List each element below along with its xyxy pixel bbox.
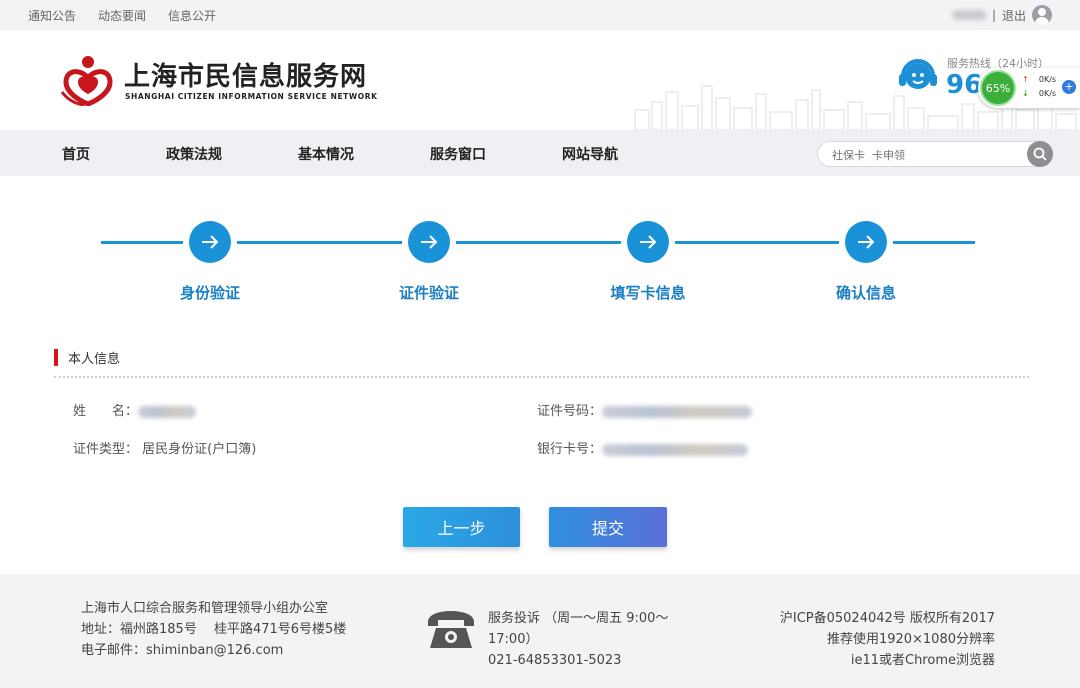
step-4-marker: [845, 221, 887, 263]
bank-card-label: 银行卡号：: [537, 442, 603, 457]
progress-steps: 身份验证 证件验证 填写卡信息 确认信息: [0, 176, 1080, 326]
headset-icon: [899, 59, 937, 89]
id-type-label: 证件类型：: [73, 442, 139, 457]
download-speed: ↓ 0K/s: [1022, 89, 1057, 98]
id-number-value-blurred: [602, 405, 753, 418]
username-blurred: [951, 10, 986, 20]
upload-speed: ↑ 0K/s: [1022, 75, 1057, 84]
dotted-divider: [54, 376, 1029, 378]
name-label: 姓 名：: [73, 404, 139, 419]
footer-org: 上海市人口综合服务和管理领导小组办公室: [81, 601, 329, 616]
search-icon: [1033, 147, 1047, 161]
id-type-field: 证件类型： 居民身份证(户口簿): [73, 438, 256, 457]
user-area: | 退出: [951, 5, 1052, 25]
nav-item-overview[interactable]: 基本情况: [298, 144, 354, 164]
main-nav: 首页 政策法规 基本情况 服务窗口 网站导航: [0, 130, 1080, 176]
footer-complaint: 服务投诉 （周一～周五 9:00～17:00） 021-64853301-502…: [488, 608, 688, 671]
step-connector: [893, 241, 975, 244]
search-button[interactable]: [1027, 141, 1053, 167]
download-arrow-icon: ↓: [1022, 89, 1029, 98]
logout-link[interactable]: 退出: [1002, 7, 1026, 24]
icp-license: 沪ICP备05024042号 版权所有2017: [779, 611, 995, 626]
name-value-blurred: [138, 405, 197, 418]
avatar[interactable]: [1032, 5, 1052, 25]
resolution-note: 推荐使用1920×1080分辨率: [826, 632, 995, 647]
arrow-right-icon: [421, 235, 438, 249]
step-2-label: 证件验证: [398, 284, 459, 302]
submit-button[interactable]: 提交: [549, 507, 667, 547]
complaint-hours: 服务投诉 （周一～周五 9:00～17:00）: [488, 611, 669, 647]
section-title: 本人信息: [68, 351, 121, 367]
id-number-label: 证件号码：: [537, 404, 603, 419]
browser-note: ie11或者Chrome浏览器: [850, 653, 995, 668]
nav-item-site-map[interactable]: 网站导航: [562, 144, 618, 164]
telephone-icon: [428, 611, 474, 648]
bank-card-value-blurred: [602, 443, 749, 456]
nav-item-service-window[interactable]: 服务窗口: [430, 144, 486, 164]
id-type-value: 居民身份证(户口簿): [142, 442, 257, 457]
footer-contact: 上海市人口综合服务和管理领导小组办公室 地址：福州路185号 桂平路471号6号…: [81, 598, 346, 661]
top-links: 通知公告 动态要闻 信息公开: [28, 7, 216, 24]
name-field: 姓 名：: [73, 400, 197, 419]
step-2-marker: [408, 221, 450, 263]
site-subtitle: SHANGHAI CITIZEN INFORMATION SERVICE NET…: [125, 92, 378, 101]
arrow-right-icon: [640, 235, 657, 249]
site-header: 上海市民信息服务网 SHANGHAI CITIZEN INFORMATION S…: [0, 30, 1080, 130]
step-4-label: 确认信息: [835, 284, 896, 302]
step-connector: [237, 241, 402, 244]
section-header: 本人信息: [54, 348, 121, 367]
plus-icon[interactable]: +: [1062, 80, 1076, 94]
id-number-field: 证件号码：: [537, 400, 753, 419]
arrow-right-icon: [202, 235, 219, 249]
bank-card-field: 银行卡号：: [537, 438, 749, 457]
footer-email[interactable]: 电子邮件：shiminban@126.com: [81, 640, 346, 661]
search-input[interactable]: [832, 147, 1022, 163]
step-connector: [101, 241, 183, 244]
site-footer: 上海市人口综合服务和管理领导小组办公室 地址：福州路185号 桂平路471号6号…: [0, 574, 1080, 688]
footer-address: 地址：福州路185号 桂平路471号6号楼5楼: [81, 622, 347, 637]
upload-arrow-icon: ↑: [1022, 75, 1029, 84]
footer-legal: 沪ICP备05024042号 版权所有2017 推荐使用1920×1080分辨率…: [780, 608, 995, 671]
complaint-phone: 021-64853301-5023: [488, 653, 622, 668]
step-3-label: 填写卡信息: [610, 284, 686, 302]
search-box: [817, 141, 1053, 167]
nav-item-policy[interactable]: 政策法规: [166, 144, 222, 164]
section-marker: [54, 348, 58, 366]
top-utility-bar: 通知公告 动态要闻 信息公开 | 退出: [0, 0, 1080, 30]
divider: |: [991, 8, 996, 22]
network-speed-widget[interactable]: 65% ↑ 0K/s ↓ 0K/s +: [978, 68, 1080, 108]
previous-step-button[interactable]: 上一步: [403, 507, 520, 547]
top-link-news[interactable]: 动态要闻: [98, 7, 146, 24]
nav-item-home[interactable]: 首页: [62, 144, 90, 164]
step-1-label: 身份验证: [179, 284, 240, 302]
arrow-right-icon: [858, 235, 875, 249]
logo-icon[interactable]: [60, 52, 116, 106]
top-link-notices[interactable]: 通知公告: [28, 7, 76, 24]
step-1-marker: [189, 221, 231, 263]
top-link-disclosure[interactable]: 信息公开: [168, 7, 216, 24]
step-3-marker: [627, 221, 669, 263]
step-connector: [675, 241, 839, 244]
step-connector: [456, 241, 621, 244]
site-title: 上海市民信息服务网: [124, 62, 368, 92]
hotline-number: 96: [946, 70, 983, 100]
usage-percent: 65%: [980, 70, 1016, 106]
